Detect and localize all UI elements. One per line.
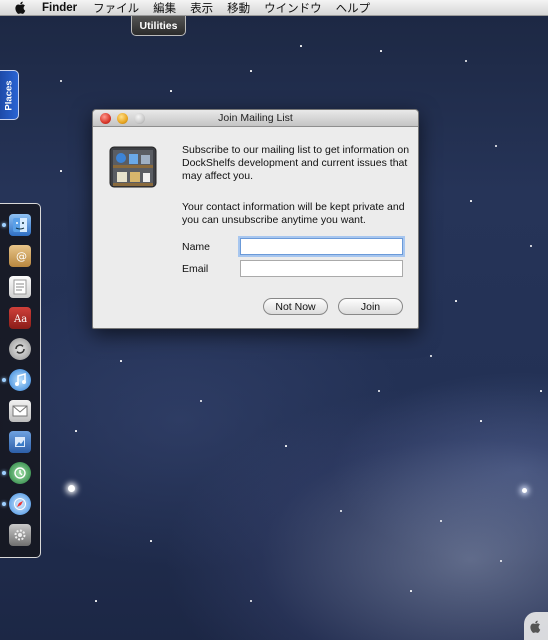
system-preferences-icon[interactable]	[9, 524, 31, 546]
textedit-icon[interactable]	[9, 276, 31, 298]
dock-shelf: @ Aa	[0, 203, 41, 558]
name-field[interactable]	[240, 238, 403, 255]
itunes-icon[interactable]	[9, 369, 31, 391]
privacy-text: Your contact information will be kept pr…	[182, 201, 405, 226]
svg-text:@: @	[16, 250, 27, 263]
close-button[interactable]	[100, 113, 111, 124]
sync-icon[interactable]	[9, 338, 31, 360]
dockshelfs-app-icon	[109, 145, 157, 189]
svg-text:Aa: Aa	[13, 314, 27, 325]
email-label: Email	[182, 263, 209, 275]
not-now-button[interactable]: Not Now	[263, 298, 328, 315]
menu-go[interactable]: 移動	[227, 0, 250, 16]
menu-file[interactable]: ファイル	[93, 0, 139, 16]
minimize-button[interactable]	[117, 113, 128, 124]
running-indicator	[2, 471, 6, 475]
zoom-button[interactable]	[134, 113, 145, 124]
menu-view[interactable]: 表示	[190, 0, 213, 16]
name-label: Name	[182, 241, 211, 253]
apple-menu-icon[interactable]	[14, 1, 28, 15]
running-indicator	[2, 502, 6, 506]
intro-text: Subscribe to our mailing list to get inf…	[182, 144, 410, 182]
apple-logo-icon	[524, 612, 548, 640]
address-book-icon[interactable]: @	[9, 245, 31, 267]
utilities-tab-label: Utilities	[139, 19, 178, 32]
dialog-titlebar[interactable]: Join Mailing List	[93, 110, 418, 127]
places-tab-label: Places	[3, 79, 15, 111]
preview-icon[interactable]	[9, 431, 31, 453]
join-mailing-list-dialog: Join Mailing List Subscribe to our maili…	[92, 109, 419, 329]
menu-help[interactable]: ヘルプ	[336, 0, 371, 16]
join-button-label: Join	[360, 300, 381, 313]
utilities-shelf-tab[interactable]: Utilities	[131, 16, 186, 36]
places-shelf-tab[interactable]: Places	[0, 70, 19, 120]
safari-icon[interactable]	[9, 493, 31, 515]
join-button[interactable]: Join	[338, 298, 403, 315]
email-field[interactable]	[240, 260, 403, 277]
running-indicator	[2, 378, 6, 382]
not-now-button-label: Not Now	[275, 300, 316, 313]
running-indicator	[2, 223, 6, 227]
time-machine-icon[interactable]	[9, 462, 31, 484]
mail-icon[interactable]	[9, 400, 31, 422]
menu-window[interactable]: ウインドウ	[264, 0, 322, 16]
menu-bar: Finder ファイル 編集 表示 移動 ウインドウ ヘルプ	[0, 0, 548, 16]
dialog-title: Join Mailing List	[218, 112, 293, 124]
menu-edit[interactable]: 編集	[153, 0, 176, 16]
menu-finder[interactable]: Finder	[42, 2, 77, 14]
dictionary-icon[interactable]: Aa	[9, 307, 31, 329]
finder-icon[interactable]	[9, 214, 31, 236]
